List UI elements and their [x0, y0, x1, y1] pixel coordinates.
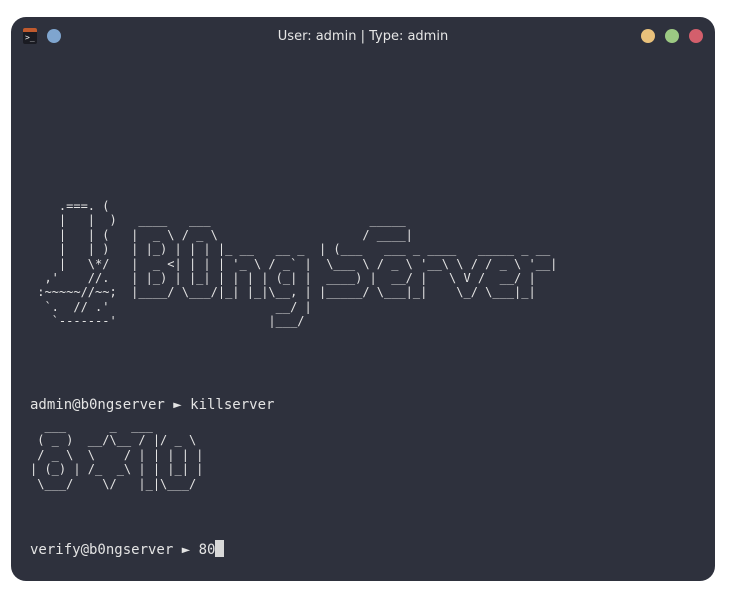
active-input-text[interactable]: verify@b0ngserver ► 80 — [30, 542, 215, 558]
terminal-window: >_ User: admin | Type: admin .===. ( | |… — [11, 17, 715, 581]
b0ngserver-logo-art: .===. ( | | ) ____ ___ _____ | | ( | _ \… — [37, 199, 558, 329]
text-cursor — [215, 540, 225, 557]
active-input-line[interactable]: verify@b0ngserver ► 80 — [30, 540, 225, 559]
maximize-dot-icon[interactable] — [665, 29, 679, 43]
number-ascii-art: ___ _ ___ ( _ ) __/\__ / |/ _ \ / _ \ \ … — [30, 419, 204, 491]
close-dot-icon[interactable] — [689, 29, 703, 43]
window-title: User: admin | Type: admin — [277, 29, 449, 44]
title-bar[interactable]: >_ User: admin | Type: admin — [11, 17, 715, 55]
command-line-killserver: admin@b0ngserver ► killserver — [30, 397, 275, 413]
minimize-dot-icon[interactable] — [641, 29, 655, 43]
